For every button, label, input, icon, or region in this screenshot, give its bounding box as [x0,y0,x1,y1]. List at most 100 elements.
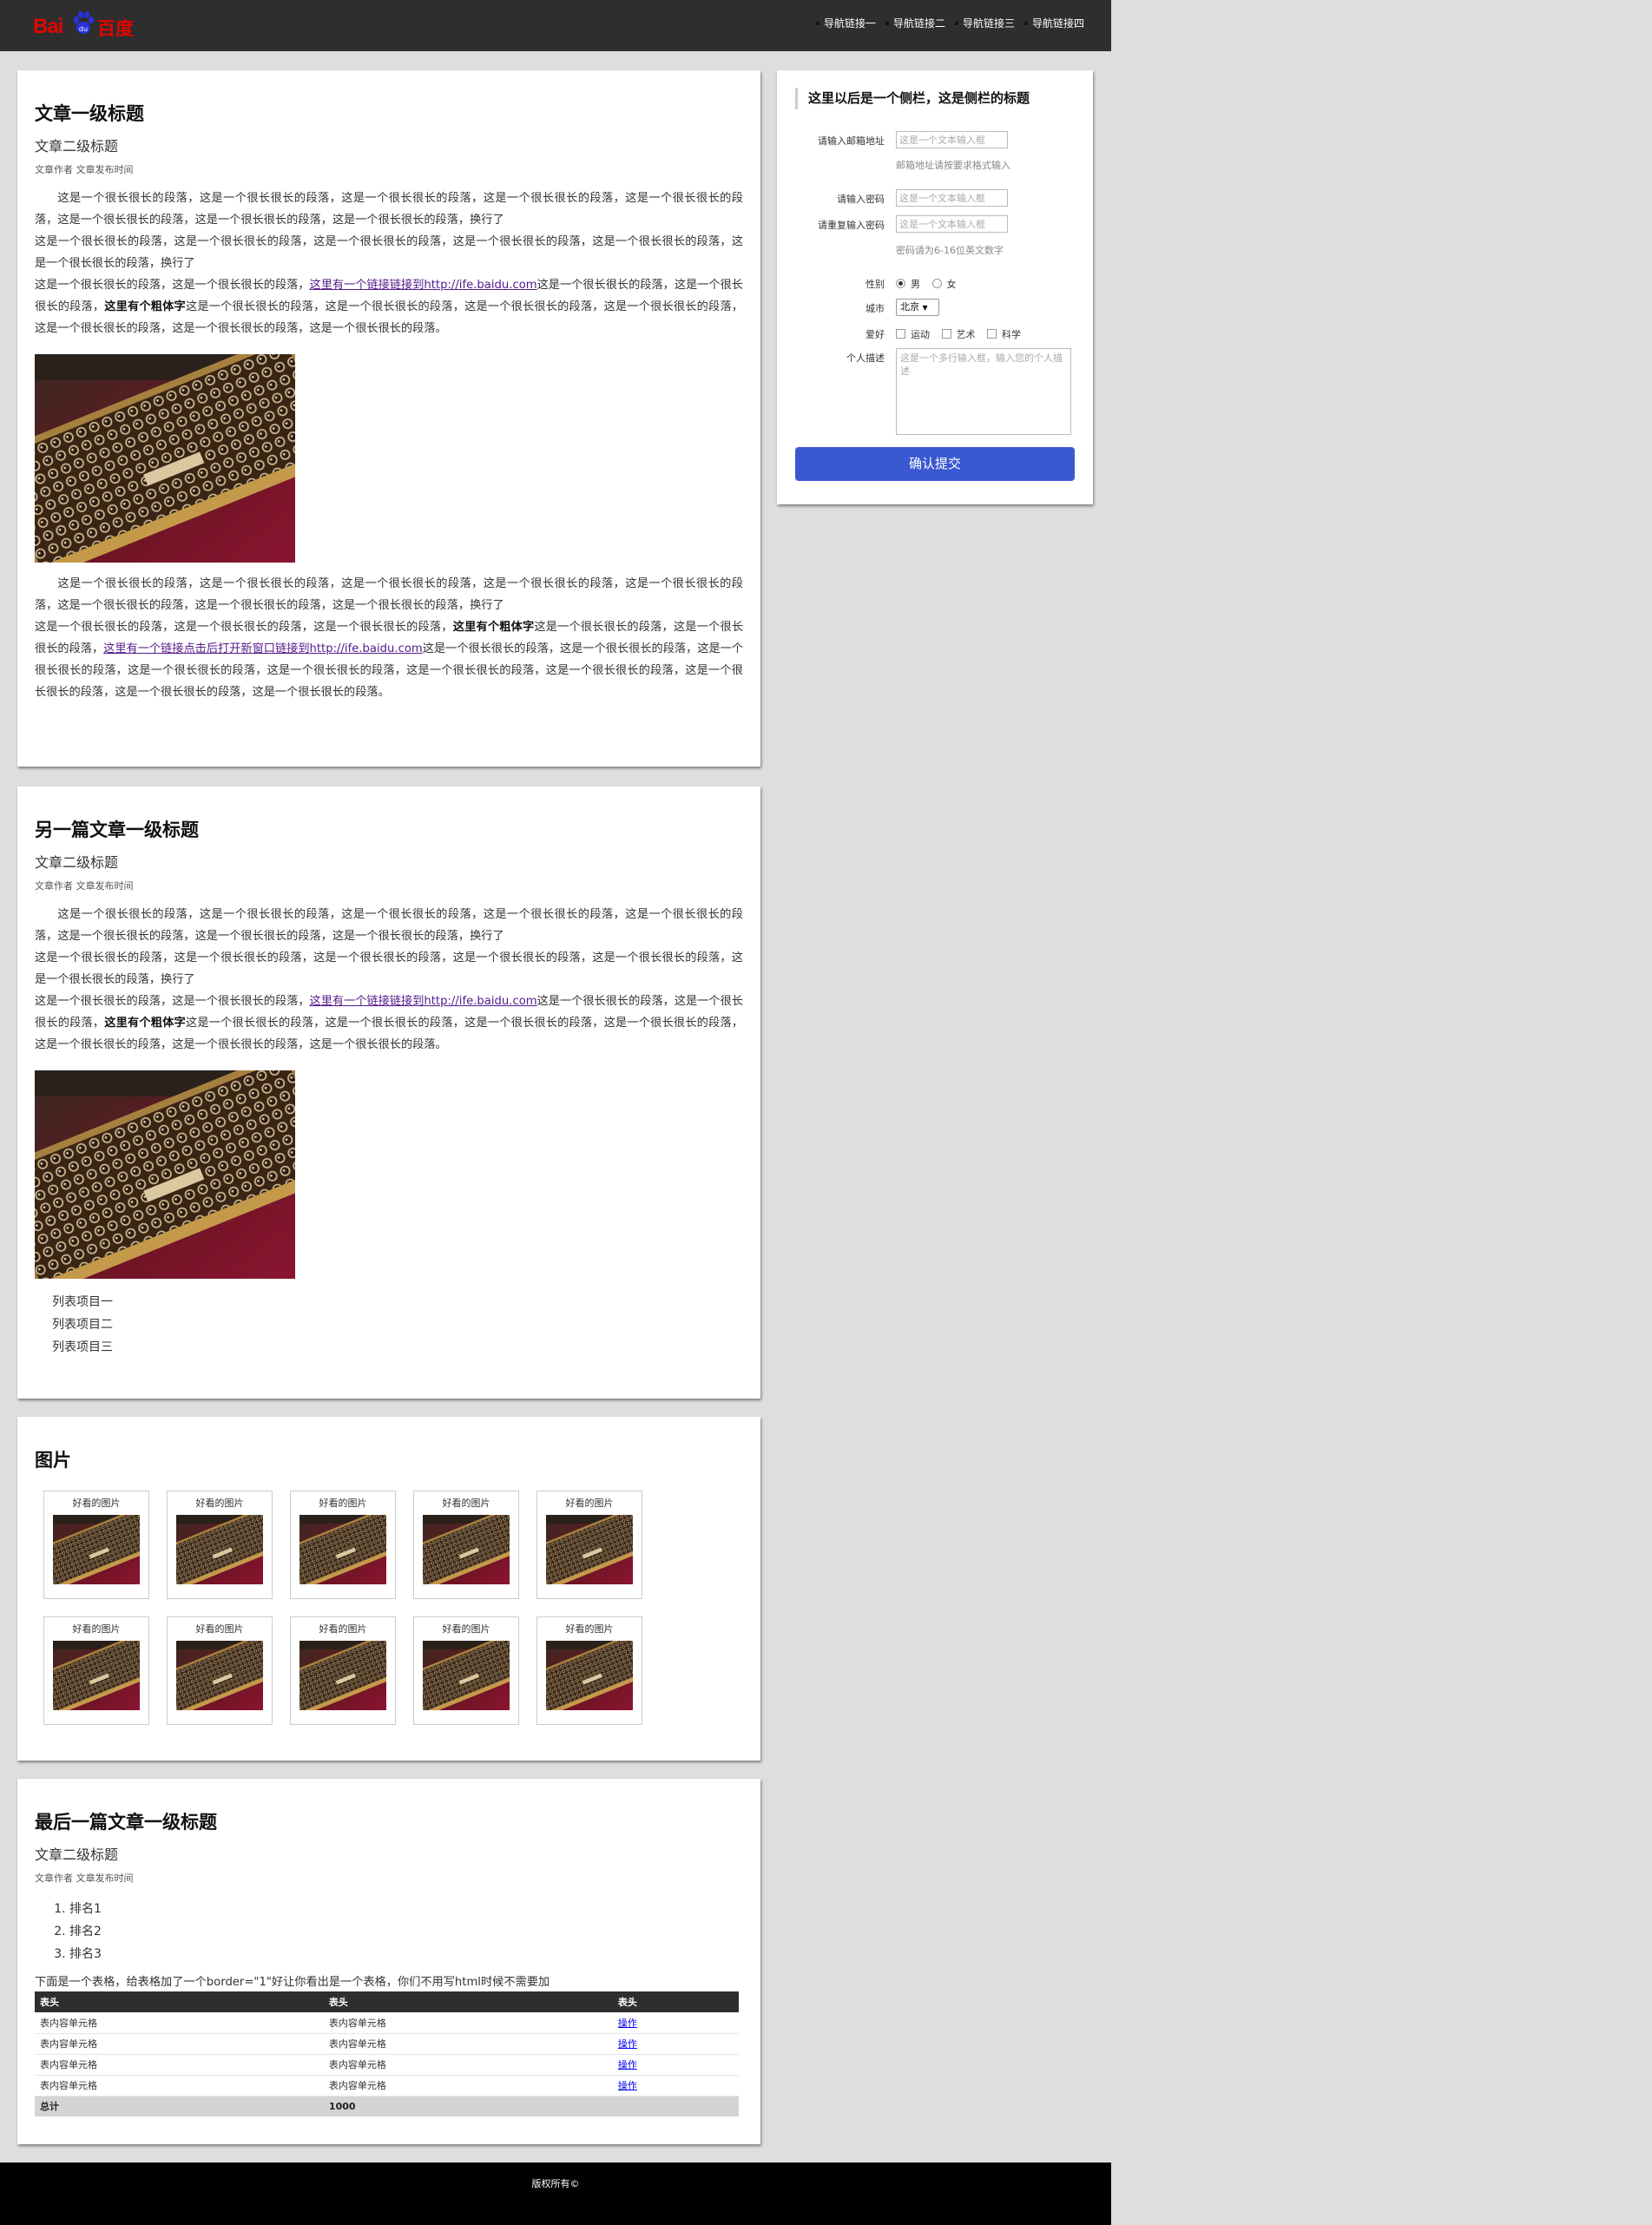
action-link[interactable]: 操作 [618,2018,637,2029]
table-header-row: 表头 表头 表头 [35,1991,739,2012]
password-row: 请输入密码 这是一个文本输入框 [777,189,1093,208]
main-nav: 导航链接一 导航链接二 导航链接三 导航链接四 [813,16,1091,30]
table-row: 表内容单元格 表内容单元格 操作 [35,2033,739,2055]
keyboard-thumbnail [423,1641,510,1710]
gender-female-option[interactable]: 女 [931,279,957,290]
table-cell: 表内容单元格 [35,2054,324,2076]
svg-text:du: du [79,25,88,33]
table-cell: 表内容单元格 [35,2012,324,2034]
bold-text: 这里有个粗体字 [452,621,535,634]
sidebar-form: 这里以后是一个侧栏，这是侧栏的标题 请输入邮箱地址 这是一个文本输入框 邮箱地址… [777,70,1093,504]
gallery-item[interactable]: 好看的图片 [536,1491,642,1599]
description-row: 个人描述 这是一个多行输入框，输入您的个人描述 [777,348,1093,437]
description-label: 个人描述 [846,352,885,364]
radio-male[interactable] [896,279,905,288]
repeat-password-row: 请重复输入密码 这是一个文本输入框 [777,215,1093,234]
gender-options: 男 女 [896,277,965,291]
action-link[interactable]: 操作 [618,2038,637,2050]
gallery-item[interactable]: 好看的图片 [413,1616,519,1725]
keyboard-thumbnail [546,1515,633,1584]
table-row: 表内容单元格 表内容单元格 操作 [35,2075,739,2097]
gender-row: 性别 男 女 [777,274,1093,293]
hobby-checkbox[interactable] [896,329,905,339]
article-paragraph-2: 这是一个很长很长的段落，这是一个很长很长的段落，这是一个很长很长的段落，这是一个… [35,577,744,699]
table-caption: 下面是一个表格，给表格加了一个border="1"好让你看出是一个表格，你们不用… [35,1976,550,1989]
article-title: 文章一级标题 [35,103,144,124]
submit-button[interactable]: 确认提交 [795,447,1075,481]
password-label: 请输入密码 [837,194,885,205]
hobby-option[interactable]: 运动 [896,329,930,340]
bold-text: 这里有个粗体字 [104,1017,186,1030]
paw-icon: du [74,11,94,34]
radio-female[interactable] [931,279,942,288]
article-paragraph: 这是一个很长很长的段落，这是一个很长很长的段落，这是一个很长很长的段落，这是一个… [35,908,744,1051]
table-cell: 表内容单元格 [323,2012,613,2034]
logo-text-left: Bai [33,15,63,38]
table-cell: 表内容单元格 [35,2033,324,2055]
gallery-item[interactable]: 好看的图片 [413,1491,519,1599]
repeat-password-field[interactable]: 这是一个文本输入框 [896,215,1008,233]
hobby-checkbox[interactable] [941,329,951,339]
keyboard-photo [35,354,295,563]
city-select[interactable]: 北京 ▼ [896,299,939,316]
city-row: 城市 北京 ▼ [777,299,1093,318]
action-link[interactable]: 操作 [618,2059,637,2070]
gender-male-option[interactable]: 男 [896,279,920,290]
logo-text-right: 百度 [97,18,134,39]
table-row: 表内容单元格 表内容单元格 操作 [35,2054,739,2076]
hobby-label: 爱好 [865,329,885,340]
hobby-option[interactable]: 艺术 [941,329,976,340]
gallery-item[interactable]: 好看的图片 [43,1616,149,1725]
table-cell: 表内容单元格 [35,2075,324,2097]
gallery-item[interactable]: 好看的图片 [167,1616,273,1725]
article-card-1: 文章一级标题 文章二级标题 文章作者 文章发布时间 这是一个很长很长的段落，这是… [17,70,760,767]
action-link[interactable]: 操作 [618,2080,637,2091]
list-item: 排名2 [69,1920,743,1943]
nav-link-4[interactable]: 导航链接四 [1022,16,1091,30]
top-navbar: Bai du 百度 导航链接一 导航链接二 导航链接三 导航链接四 [0,0,1111,51]
email-row: 请输入邮箱地址 这是一个文本输入框 [777,131,1093,150]
chevron-down-icon: ▼ [922,304,928,312]
baidu-link[interactable]: 这里有一个链接链接到http://ife.baidu.com [310,995,537,1008]
table-header: 表头 [323,1991,613,2012]
table-cell [612,2096,739,2116]
list-item: 列表项目二 [52,1318,113,1332]
gallery-item[interactable]: 好看的图片 [290,1491,396,1599]
keyboard-thumbnail [546,1641,633,1710]
bold-text: 这里有个粗体字 [104,300,186,313]
gallery-item[interactable]: 好看的图片 [536,1616,642,1725]
page-footer: 版权所有© [0,2162,1111,2225]
image-gallery: 好看的图片 好看的图片 好看的图片 好看的图片 好看的图片 好看的图片 好看的图… [35,1491,677,1742]
nav-link-2[interactable]: 导航链接二 [883,16,952,30]
nav-link-1[interactable]: 导航链接一 [813,16,883,30]
keyboard-thumbnail [299,1515,386,1584]
new-window-link[interactable]: 这里有一个链接点击后打开新窗口链接到http://ife.baidu.com [103,642,423,655]
article-title: 另一篇文章一级标题 [35,820,199,840]
article-meta: 文章作者 文章发布时间 [35,164,134,175]
article-meta: 文章作者 文章发布时间 [35,1873,134,1884]
table-cell: 表内容单元格 [323,2054,613,2076]
list-item: 列表项目一 [52,1295,113,1309]
hobby-option[interactable]: 科学 [987,329,1021,340]
keyboard-photo [35,1070,295,1279]
article-subtitle: 文章二级标题 [35,854,119,871]
article-title: 最后一篇文章一级标题 [35,1812,217,1833]
baidu-link[interactable]: 这里有一个链接链接到http://ife.baidu.com [310,279,537,292]
keyboard-thumbnail [176,1641,263,1710]
nav-link-3[interactable]: 导航链接三 [952,16,1022,30]
email-field[interactable]: 这是一个文本输入框 [896,131,1008,148]
gallery-item[interactable]: 好看的图片 [290,1616,396,1725]
baidu-logo[interactable]: Bai du 百度 [33,9,142,42]
table-header: 表头 [612,1991,739,2012]
table-cell: 操作 [612,2054,739,2076]
password-field[interactable]: 这是一个文本输入框 [896,189,1008,207]
table-cell: 表内容单元格 [323,2033,613,2055]
table-cell: 操作 [612,2075,739,2097]
hobby-checkbox[interactable] [987,329,997,339]
table-cell: 操作 [612,2033,739,2055]
description-textarea[interactable]: 这是一个多行输入框，输入您的个人描述 [896,348,1071,435]
gender-label: 性别 [865,279,885,290]
city-label: 城市 [865,303,885,314]
gallery-item[interactable]: 好看的图片 [167,1491,273,1599]
gallery-item[interactable]: 好看的图片 [43,1491,149,1599]
